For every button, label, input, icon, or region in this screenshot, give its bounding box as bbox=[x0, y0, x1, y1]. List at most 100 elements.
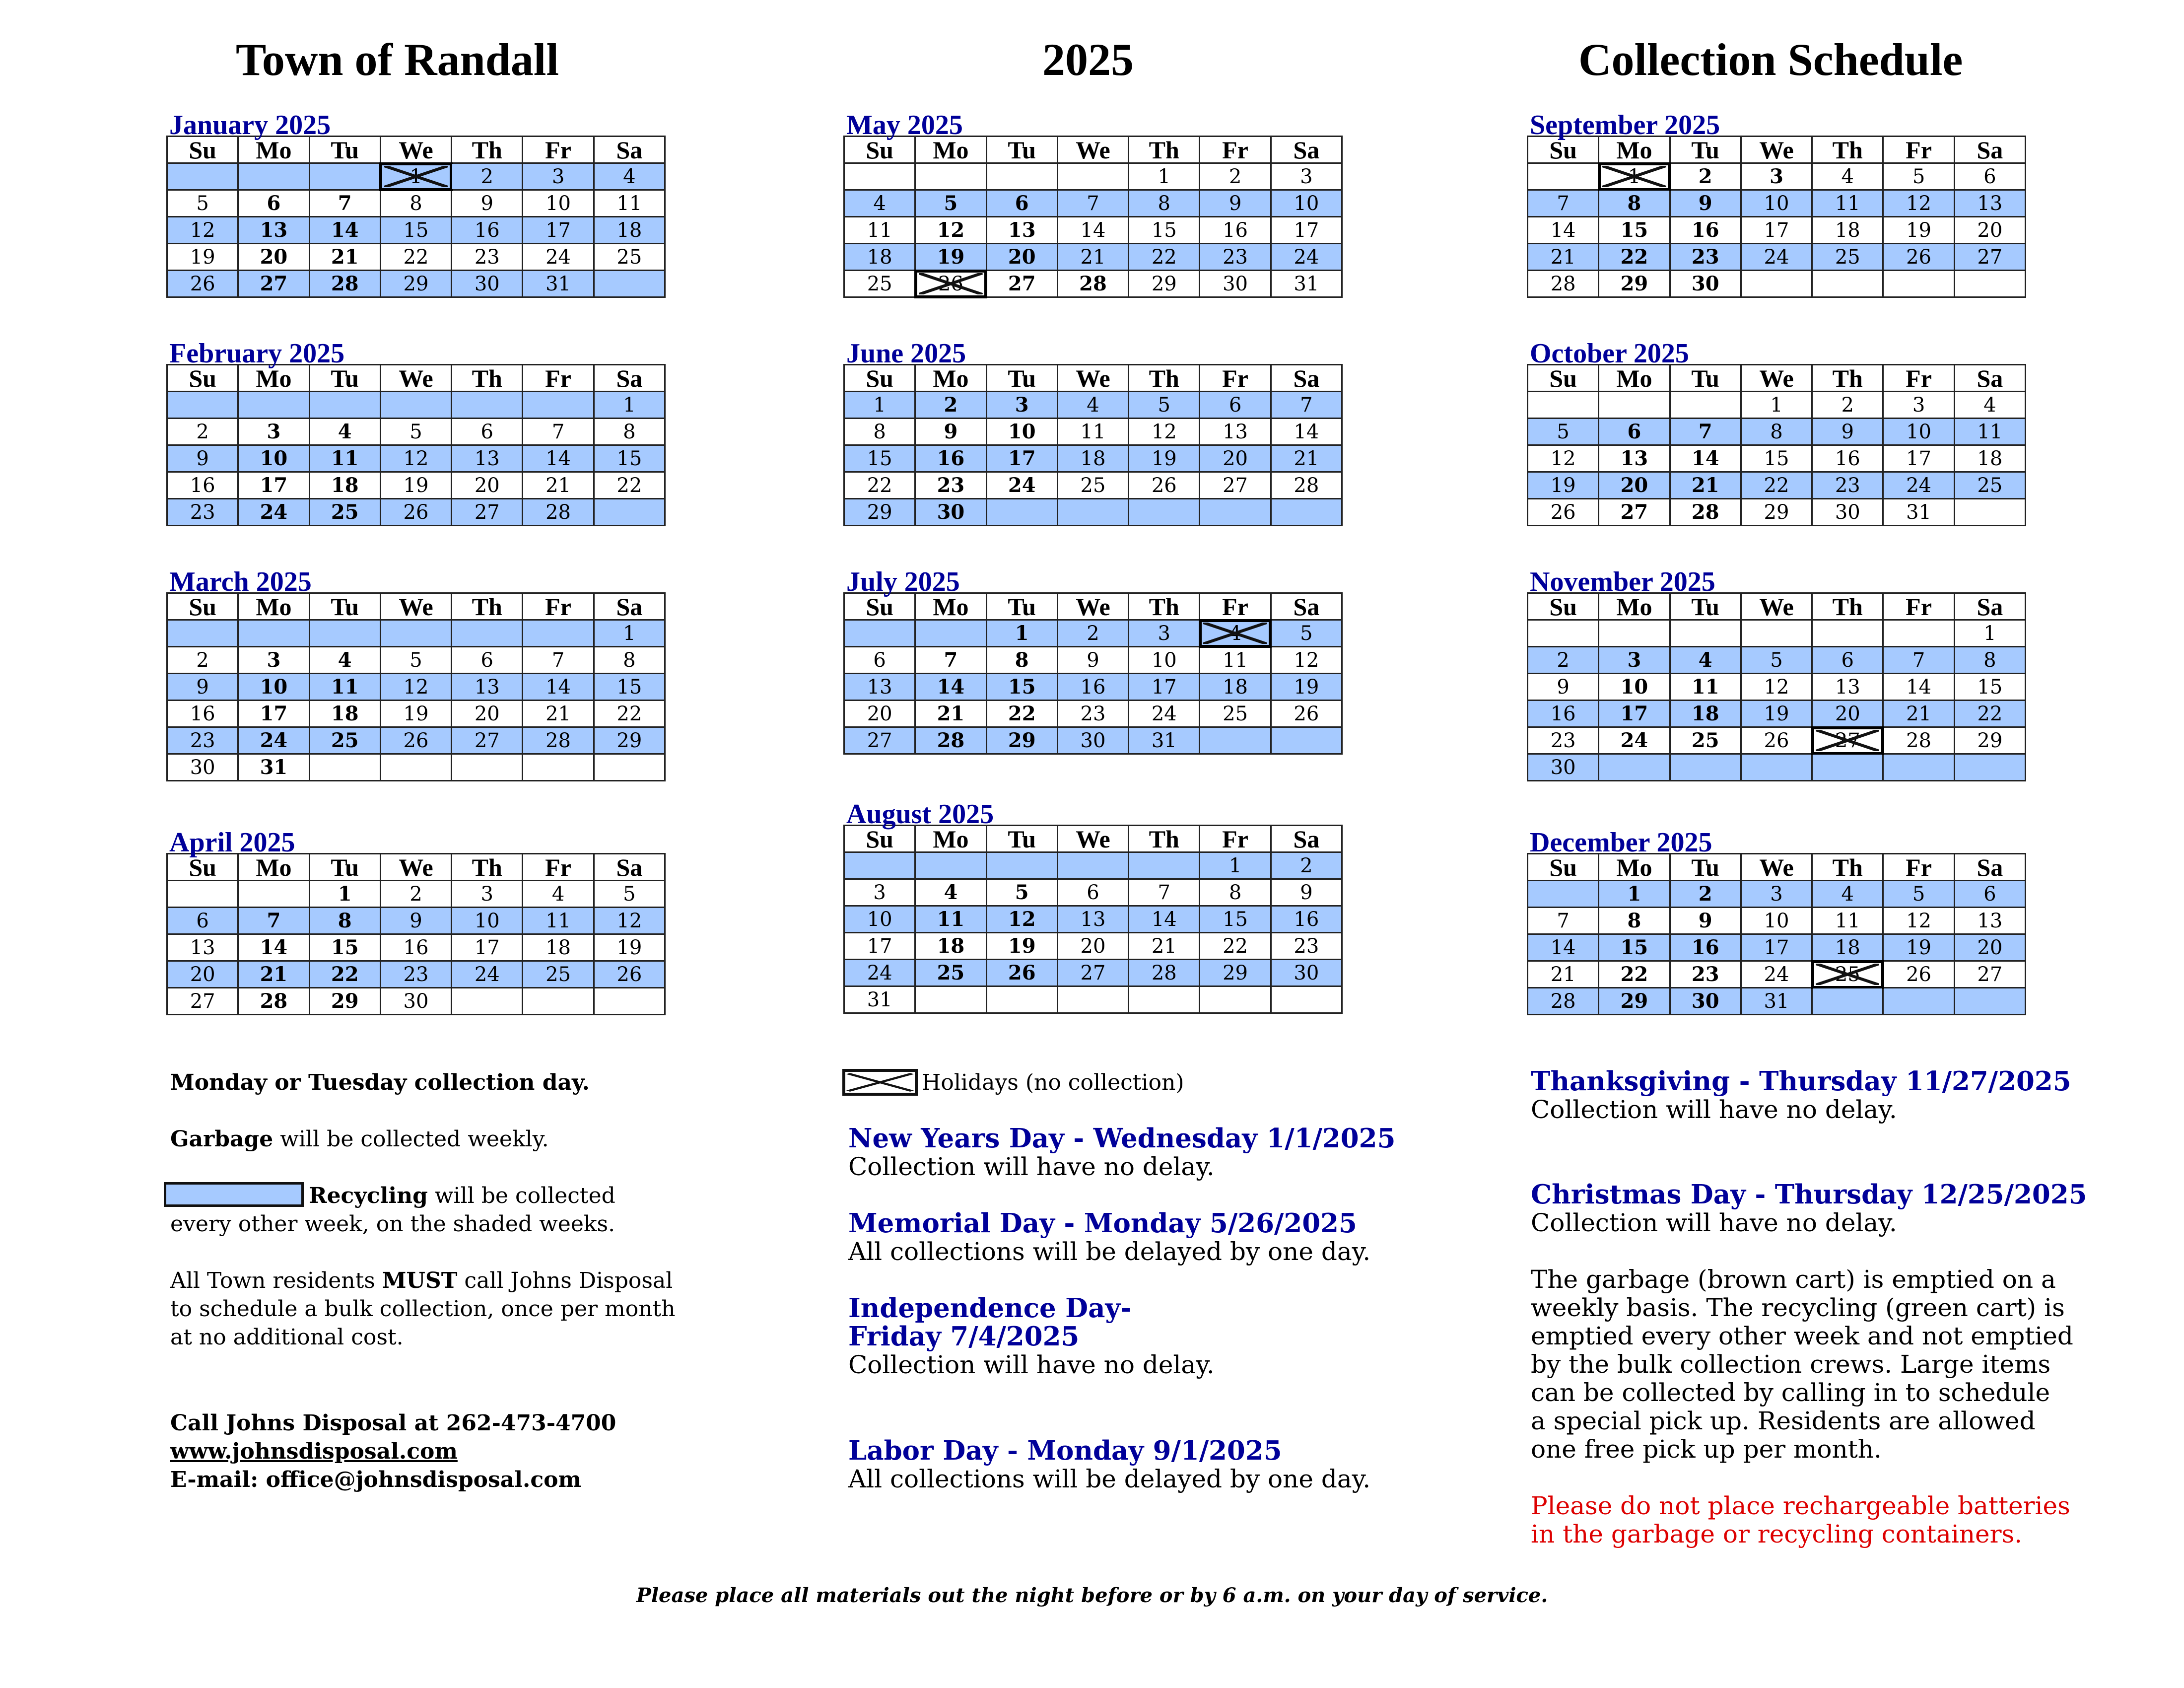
day-cell: 28 bbox=[1526, 270, 1600, 298]
week-row: 20 21 22 23 24 25 26 bbox=[843, 700, 1343, 728]
day-cell: 12 bbox=[1270, 646, 1343, 674]
day-cell: 20 bbox=[1953, 216, 2027, 244]
day-cell: 24 bbox=[237, 498, 310, 526]
weekday-header: Mo bbox=[914, 136, 987, 164]
month-title-text: September 2025 bbox=[1530, 110, 1720, 141]
website-link[interactable]: www.johnsdisposal.com bbox=[170, 1439, 458, 1464]
day-cell: 20 bbox=[166, 960, 239, 988]
day-cell: 20 bbox=[843, 700, 916, 728]
weekday-header: We bbox=[1740, 136, 1813, 164]
weekday-header: Th bbox=[451, 136, 524, 164]
day-cell: 24 bbox=[985, 471, 1058, 499]
cart-info-line: weekly basis. The recycling (green cart)… bbox=[1531, 1293, 2065, 1322]
holiday-day-cell: 27 bbox=[1811, 726, 1884, 755]
empty-day-cell bbox=[1199, 498, 1272, 526]
weekday-header: Sa bbox=[1953, 136, 2027, 164]
day-cell: 7 bbox=[1526, 189, 1600, 217]
day-cell: 21 bbox=[1056, 243, 1130, 271]
day-cell: 18 bbox=[1056, 444, 1130, 473]
day-cell: 17 bbox=[1740, 933, 1813, 962]
day-cell: 9 bbox=[1526, 673, 1600, 701]
day-cell: 13 bbox=[237, 216, 310, 244]
day-cell: 30 bbox=[1270, 959, 1343, 987]
weekday-header: Th bbox=[1811, 853, 1884, 881]
holiday-christmas-title: Christmas Day - Thursday 12/25/2025 bbox=[1531, 1179, 2087, 1210]
day-cell: 5 bbox=[1882, 162, 1955, 191]
day-cell: 3 bbox=[237, 418, 310, 446]
cart-info-line: The garbage (brown cart) is emptied on a bbox=[1531, 1265, 2056, 1294]
day-cell: 26 bbox=[1740, 726, 1813, 755]
empty-day-cell bbox=[985, 851, 1058, 880]
day-cell: 24 bbox=[1740, 960, 1813, 988]
day-cell: 26 bbox=[379, 726, 453, 755]
day-cell: 16 bbox=[1526, 700, 1600, 728]
weekday-header: We bbox=[379, 853, 453, 881]
month-may: May 2025 Su Mo Tu We Th Fr Sa 1 2 3 4 5 6 7 8 9 10 11 12 13 1… bbox=[843, 111, 1343, 298]
day-cell: 1 bbox=[1598, 880, 1671, 908]
day-cell: 13 bbox=[1598, 444, 1671, 473]
day-cell: 25 bbox=[843, 270, 916, 298]
day-cell: 15 bbox=[1740, 444, 1813, 473]
weekday-header: Fr bbox=[522, 364, 595, 392]
day-cell: 27 bbox=[237, 270, 310, 298]
month-title: December 2025 bbox=[1527, 828, 2026, 857]
day-cell: 8 bbox=[593, 418, 666, 446]
day-cell: 12 bbox=[1526, 444, 1600, 473]
empty-day-cell bbox=[1598, 391, 1671, 419]
day-cell: 13 bbox=[985, 216, 1058, 244]
month-title: September 2025 bbox=[1527, 111, 2026, 140]
month-title-text: November 2025 bbox=[1530, 566, 1715, 597]
empty-day-cell bbox=[843, 851, 916, 880]
empty-day-cell bbox=[593, 270, 666, 298]
month-calendar-grid: SuMoTuWeThFrSa12345678910111213141516171… bbox=[166, 853, 666, 1015]
day-cell: 9 bbox=[451, 189, 524, 217]
week-row: 27 28 29 30 bbox=[166, 987, 666, 1015]
day-cell: 27 bbox=[843, 726, 916, 755]
day-cell: 11 bbox=[1811, 907, 1884, 935]
day-cell: 11 bbox=[308, 444, 381, 473]
day-cell: 23 bbox=[1199, 243, 1272, 271]
day-cell: 14 bbox=[1056, 216, 1130, 244]
day-cell: 1 bbox=[1740, 391, 1813, 419]
weekday-header: Tu bbox=[308, 853, 381, 881]
day-cell: 3 bbox=[451, 880, 524, 908]
empty-day-cell bbox=[593, 498, 666, 526]
day-cell: 28 bbox=[1526, 987, 1600, 1015]
weekday-header-row: Su Mo Tu We Th Fr Sa bbox=[843, 592, 1343, 621]
recycling-text: will be collected bbox=[427, 1183, 615, 1208]
week-row: 28 29 30 31 bbox=[1526, 987, 2027, 1015]
holiday-labor-desc: All collections will be delayed by one d… bbox=[848, 1465, 1371, 1493]
empty-day-cell bbox=[522, 619, 595, 647]
holiday-independence-desc: Collection will have no delay. bbox=[848, 1350, 1215, 1379]
day-cell: 15 bbox=[593, 673, 666, 701]
day-cell: 16 bbox=[1669, 933, 1742, 962]
day-cell: 10 bbox=[843, 905, 916, 933]
empty-day-cell bbox=[1740, 753, 1813, 781]
empty-day-cell bbox=[1811, 619, 1884, 647]
weekday-header-row: Su Mo Tu We Th Fr Sa bbox=[843, 364, 1343, 392]
day-cell: 28 bbox=[522, 498, 595, 526]
empty-day-cell bbox=[914, 851, 987, 880]
day-cell: 8 bbox=[308, 907, 381, 935]
day-cell: 15 bbox=[1953, 673, 2027, 701]
day-cell: 10 bbox=[1128, 646, 1201, 674]
day-cell: 22 bbox=[1199, 932, 1272, 960]
week-row: 3456789 bbox=[843, 878, 1343, 907]
battery-warning-line: in the garbage or recycling containers. bbox=[1531, 1520, 2023, 1548]
weekday-header: Su bbox=[166, 136, 239, 164]
day-cell: 10 bbox=[451, 907, 524, 935]
empty-day-cell bbox=[1056, 985, 1130, 1014]
holiday-x-icon bbox=[1816, 964, 1879, 985]
weekday-header: Mo bbox=[914, 825, 987, 853]
weekday-header-row: Su Mo Tu We Th Fr Sa bbox=[166, 853, 666, 881]
day-cell: 30 bbox=[1056, 726, 1130, 755]
day-cell: 23 bbox=[1811, 471, 1884, 499]
weekday-header: Mo bbox=[237, 592, 310, 621]
week-row: 6 7 8 9 10 11 12 bbox=[843, 646, 1343, 674]
empty-day-cell bbox=[522, 753, 595, 781]
day-cell: 22 bbox=[308, 960, 381, 988]
month-title-text: July 2025 bbox=[846, 566, 960, 597]
day-cell: 19 bbox=[166, 243, 239, 271]
week-row: 29 30 bbox=[843, 498, 1343, 526]
month-february: February 2025 Su Mo Tu We Th Fr Sa 1 2 3 4 5 6 7 8 9 10 11… bbox=[166, 339, 666, 526]
